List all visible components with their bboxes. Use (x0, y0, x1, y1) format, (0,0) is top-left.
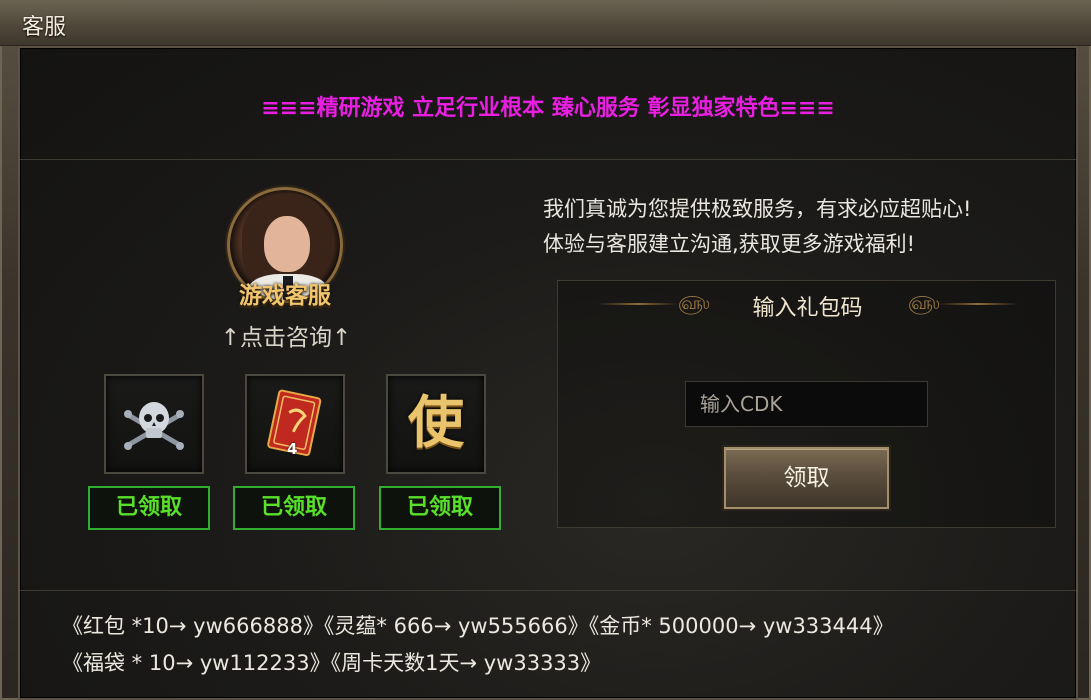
title-bar: 客服 (0, 0, 1091, 46)
skull-crossbones-icon (124, 402, 184, 450)
reward-slot-2[interactable]: 4 (245, 374, 345, 474)
gift-code-line-1: 《红包 *10→ yw666888》《灵蕴* 666→ yw555666》《金币… (62, 614, 894, 638)
gift-code-line-2: 《福袋 * 10→ yw112233》《周卡天数1天→ yw33333》 (62, 651, 602, 675)
window-title: 客服 (22, 15, 67, 40)
shi-character-icon: 使 (408, 391, 464, 456)
claim-button[interactable]: 领取 (724, 447, 889, 509)
description-line-2: 体验与客服建立沟通,获取更多游戏福利! (543, 232, 916, 256)
claimed-button-3[interactable]: 已领取 (379, 486, 501, 530)
description-line-1: 我们真诚为您提供极致服务，有求必应超贴心! (543, 197, 972, 221)
cdk-input[interactable] (685, 381, 928, 427)
avatar-face (264, 216, 310, 272)
reward-slot-3[interactable]: 使 (386, 374, 486, 474)
service-description: 我们真诚为您提供极致服务，有求必应超贴心! 体验与客服建立沟通,获取更多游戏福利… (543, 192, 1073, 262)
gift-code-title: 输入礼包码 (752, 296, 863, 321)
consult-hint[interactable]: ↑点击咨询↑ (186, 318, 386, 352)
claimed-button-2[interactable]: 已领取 (233, 486, 355, 530)
claimed-button-1[interactable]: 已领取 (88, 486, 210, 530)
item-count-badge: 4 (287, 440, 298, 458)
slogan-banner: ≡≡≡精研游戏 立足行业根本 臻心服务 彰显独家特色≡≡≡ (20, 60, 1076, 160)
reward-slot-1[interactable] (104, 374, 204, 474)
customer-service-label[interactable]: 游戏客服 (205, 276, 365, 310)
gift-code-list: 《红包 *10→ yw666888》《灵蕴* 666→ yw555666》《金币… (62, 608, 1072, 682)
footer-divider (20, 590, 1076, 591)
